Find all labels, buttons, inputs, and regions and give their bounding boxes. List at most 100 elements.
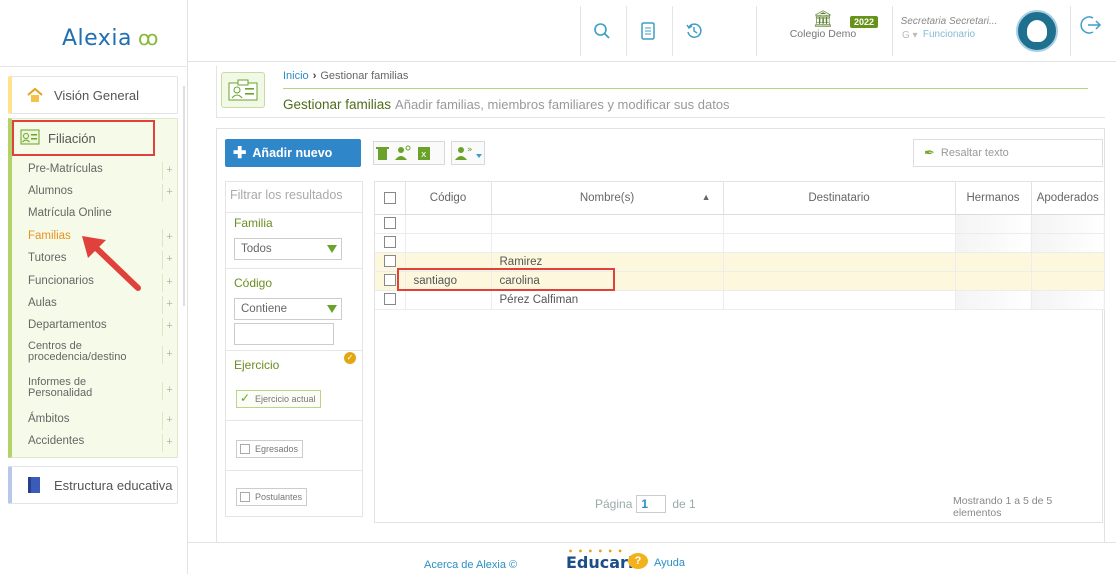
chevron-down-icon — [327, 305, 337, 313]
expand-plus-icon[interactable]: + — [162, 251, 176, 269]
documents-button[interactable] — [630, 14, 666, 48]
avatar[interactable] — [1016, 10, 1058, 52]
codigo-input[interactable] — [234, 323, 334, 345]
page-title: Gestionar familias Añadir familias, miemb… — [283, 97, 730, 112]
select-all-checkbox[interactable] — [375, 182, 406, 215]
column-apoderados[interactable]: Apoderados — [1031, 182, 1104, 215]
sidebar-item-aulas[interactable]: Aulas + — [28, 296, 178, 316]
sidebar-item-centros[interactable]: Centros de procedencia/destino + — [28, 341, 178, 369]
table-row[interactable]: Pérez Calfiman — [375, 290, 1105, 310]
nav-filiacion[interactable]: Filiación — [12, 120, 155, 156]
expand-plus-icon[interactable]: + — [162, 184, 176, 202]
cell-apoderados — [1031, 271, 1105, 291]
toolbar-divider — [756, 6, 757, 56]
cell-nombre: Pérez Calfiman — [491, 290, 724, 310]
help-icon[interactable]: ? — [628, 553, 648, 569]
sidebar-item-departamentos[interactable]: Departamentos + — [28, 318, 178, 338]
highlight-text-input[interactable]: ✒ Resaltar texto — [913, 139, 1103, 167]
familia-select[interactable]: Todos — [234, 238, 342, 260]
cell-destinatario — [723, 233, 956, 253]
sidebar-item-ambitos[interactable]: Ámbitos + — [28, 412, 178, 432]
cell-destinatario — [723, 252, 956, 272]
svg-text:x: x — [421, 150, 427, 160]
history-icon — [686, 23, 702, 38]
school-name: Colegio Demo — [789, 28, 857, 40]
column-codigo[interactable]: Código — [405, 182, 492, 215]
row-checkbox[interactable] — [375, 252, 406, 272]
sidebar-item-pre-matriculas[interactable]: Pre-Matrículas + — [28, 162, 178, 182]
cell-hermanos — [955, 290, 1032, 310]
codigo-select[interactable]: Contiene — [234, 298, 342, 320]
cell-destinatario — [723, 271, 956, 291]
move-users-dropdown[interactable]: » — [451, 141, 485, 165]
year-badge[interactable]: 2022 — [850, 16, 879, 28]
expand-plus-icon[interactable]: + — [162, 412, 176, 430]
column-destinatario[interactable]: Destinatario — [723, 182, 956, 215]
column-nombres[interactable]: Nombre(s) ▲ — [491, 182, 724, 215]
sidebar-item-matricula-online[interactable]: Matrícula Online — [28, 206, 178, 226]
breadcrumb-home-link[interactable]: Inicio — [283, 70, 309, 82]
page-number-input[interactable]: 1 — [636, 495, 667, 513]
home-icon — [26, 86, 44, 104]
ejercicio-actual-checkbox[interactable]: ✓ Ejercicio actual — [236, 390, 321, 408]
nav-estructura-label: Estructura educativa — [54, 477, 173, 493]
cell-hermanos — [955, 252, 1032, 272]
expand-plus-icon[interactable]: + — [162, 274, 176, 292]
sidebar-item-alumnos[interactable]: Alumnos + — [28, 184, 178, 204]
expand-plus-icon[interactable]: + — [162, 382, 176, 400]
filter-panel: Filtrar los resultados Familia Todos Cód… — [225, 181, 363, 517]
table-row[interactable]: santiago carolina — [375, 271, 1105, 291]
history-button[interactable] — [676, 14, 712, 48]
expand-plus-icon[interactable]: + — [162, 229, 176, 247]
help-link[interactable]: Ayuda — [654, 557, 685, 569]
egresados-checkbox[interactable]: Egresados — [236, 440, 304, 458]
table-row[interactable] — [375, 233, 1105, 253]
breadcrumb-separator: › — [312, 70, 317, 82]
about-link[interactable]: Acerca de Alexia © — [424, 559, 517, 571]
cell-codigo — [405, 252, 492, 272]
pager-total: de 1 — [672, 497, 696, 511]
row-checkbox[interactable] — [375, 233, 406, 253]
nav-filiacion-label: Filiación — [48, 130, 96, 146]
row-checkbox[interactable] — [375, 214, 406, 234]
cell-hermanos — [955, 214, 1032, 234]
expand-plus-icon[interactable]: + — [162, 296, 176, 314]
toolbar-divider — [892, 6, 893, 56]
table-row[interactable]: Ramirez — [375, 252, 1105, 272]
add-new-button[interactable]: ✚ Añadir nuevo — [225, 139, 361, 167]
checkmark-icon: ✓ — [240, 391, 251, 405]
nav-estructura-educativa[interactable]: Estructura educativa — [8, 466, 178, 504]
excel-icon[interactable]: x — [418, 147, 430, 160]
sidebar-item-accidentes[interactable]: Accidentes + — [28, 434, 178, 454]
toolbar-divider — [672, 6, 673, 56]
logout-button[interactable] — [1080, 14, 1102, 42]
user-dropdown-icon[interactable]: G ▾ — [902, 30, 918, 41]
chevron-down-icon — [327, 245, 337, 253]
find-user-icon[interactable] — [395, 145, 411, 160]
sidebar-scrollbar[interactable] — [183, 86, 185, 306]
search-button[interactable] — [584, 14, 620, 48]
filter-search-input[interactable]: Filtrar los resultados — [230, 188, 343, 202]
pager-label: Página — [595, 497, 633, 511]
expand-plus-icon[interactable]: + — [162, 434, 176, 452]
row-checkbox[interactable] — [375, 290, 406, 310]
sidebar-item-informes[interactable]: Informes de Personalidad + — [28, 377, 178, 405]
trash-icon[interactable] — [376, 147, 389, 160]
cell-codigo: santiago — [405, 271, 492, 291]
app-logo[interactable]: Alexia ꝏ — [62, 26, 159, 51]
logo-mark-icon: ꝏ — [137, 26, 159, 50]
nav-vision-general[interactable]: Visión General — [8, 76, 178, 114]
postulantes-checkbox[interactable]: Postulantes — [236, 488, 308, 506]
families-panel: ✚ Añadir nuevo x » ✒ Resaltar texto Filt… — [216, 128, 1105, 562]
expand-plus-icon[interactable]: + — [162, 346, 176, 364]
user-menu[interactable]: Secretaria Secretari... Funcionario G ▾ — [900, 16, 998, 41]
avatar-face-icon — [1027, 20, 1047, 42]
nav-vision-general-label: Visión General — [54, 87, 140, 103]
expand-plus-icon[interactable]: + — [162, 318, 176, 336]
expand-plus-icon[interactable]: + — [162, 162, 176, 180]
top-bar: 🏛 Colegio Demo 2022 Secretaria Secretari… — [188, 0, 1116, 62]
table-row[interactable] — [375, 214, 1105, 234]
familia-label: Familia — [234, 216, 273, 230]
row-checkbox[interactable] — [375, 271, 406, 291]
column-hermanos[interactable]: Hermanos — [955, 182, 1032, 215]
